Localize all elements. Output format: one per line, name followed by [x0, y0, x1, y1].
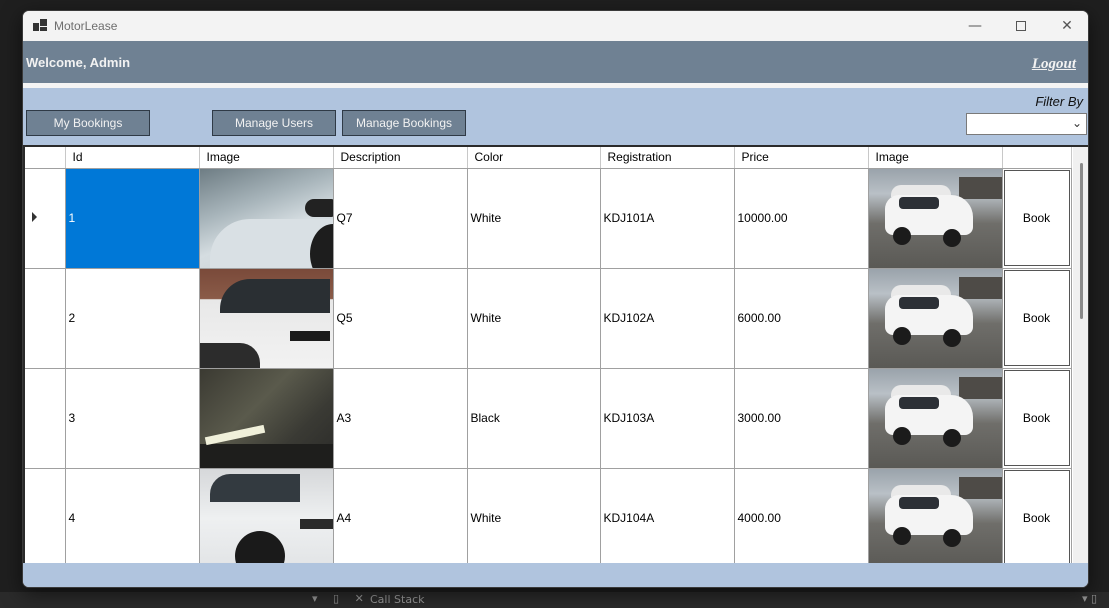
cell-description[interactable]: Q7 [333, 168, 468, 269]
cell-price[interactable]: 4000.00 [734, 468, 869, 563]
car-photo [199, 168, 332, 267]
row-header[interactable] [25, 268, 66, 369]
cell-image[interactable] [199, 368, 334, 469]
background-ide-icons: ▾ ▯ ✕ [312, 592, 370, 605]
scrollbar-thumb[interactable] [1080, 163, 1083, 319]
close-icon: ✕ [1061, 18, 1073, 34]
book-button[interactable]: Book [1003, 170, 1070, 266]
welcome-text: Welcome, Admin [26, 55, 131, 70]
cell-image-2[interactable] [868, 468, 1003, 563]
background-ide-strip: ▾ ▯ ✕ Call Stack ▾ ▯ [0, 592, 1109, 608]
table-row[interactable]: 3 A3 Black KDJ103A 3000.00 Book [25, 368, 1072, 469]
logout-link[interactable]: Logout [1032, 56, 1076, 73]
row-header-corner [25, 147, 66, 169]
table-row[interactable]: 1 Q7 White KDJ101A 10000.00 Book [25, 168, 1072, 269]
column-header-description[interactable]: Description [333, 147, 468, 169]
row-header[interactable] [25, 168, 66, 269]
title-bar: MotorLease — ✕ [23, 11, 1088, 41]
cars-table: Id Image Description Color Registration … [25, 147, 1072, 563]
cell-image-2[interactable] [868, 168, 1003, 269]
table-row[interactable]: 4 A4 White KDJ104A 4000.00 Book [25, 468, 1072, 563]
cell-color[interactable]: White [467, 168, 601, 269]
cell-price[interactable]: 10000.00 [734, 168, 869, 269]
filter-dropdown[interactable]: ⌄ [966, 113, 1087, 135]
close-button[interactable]: ✕ [1044, 11, 1088, 41]
cell-color[interactable]: White [467, 268, 601, 369]
cell-id[interactable]: 1 [65, 168, 200, 269]
cell-price[interactable]: 3000.00 [734, 368, 869, 469]
current-row-arrow-icon [32, 212, 37, 222]
cell-color[interactable]: Black [467, 368, 601, 469]
window-title: MotorLease [54, 19, 118, 33]
cell-action: Book [1002, 268, 1072, 369]
header-row: Id Image Description Color Registration … [25, 147, 1072, 169]
car-photo [199, 268, 332, 367]
car-photo [868, 268, 1001, 367]
app-icon [33, 19, 47, 31]
maximize-button[interactable] [998, 11, 1044, 41]
row-header[interactable] [25, 468, 66, 563]
cell-registration[interactable]: KDJ101A [600, 168, 735, 269]
column-header-action[interactable] [1002, 147, 1072, 169]
app-window: MotorLease — ✕ Welcome, Admin Logout My … [22, 10, 1089, 588]
cell-action: Book [1002, 168, 1072, 269]
cell-image[interactable] [199, 168, 334, 269]
column-header-registration[interactable]: Registration [600, 147, 735, 169]
car-photo [868, 368, 1001, 467]
manage-bookings-button[interactable]: Manage Bookings [342, 110, 466, 136]
manage-users-button[interactable]: Manage Users [212, 110, 336, 136]
table-row[interactable]: 2 Q5 White KDJ102A 6000.00 Book [25, 268, 1072, 369]
cell-image[interactable] [199, 468, 334, 563]
background-ide-text: Call Stack [370, 593, 425, 606]
column-header-image[interactable]: Image [199, 147, 334, 169]
car-photo [199, 468, 332, 563]
toolbar: My Bookings Manage Users Manage Bookings… [23, 88, 1088, 145]
row-header[interactable] [25, 368, 66, 469]
book-button[interactable]: Book [1003, 370, 1070, 466]
column-header-color[interactable]: Color [467, 147, 601, 169]
chevron-down-icon: ⌄ [1071, 116, 1082, 130]
book-button[interactable]: Book [1003, 270, 1070, 366]
cell-description[interactable]: A3 [333, 368, 468, 469]
filter-label: Filter By [1035, 94, 1083, 109]
my-bookings-button[interactable]: My Bookings [26, 110, 150, 136]
cell-color[interactable]: White [467, 468, 601, 563]
column-header-price[interactable]: Price [734, 147, 869, 169]
car-photo [868, 468, 1001, 563]
cell-registration[interactable]: KDJ104A [600, 468, 735, 563]
header-bar: Welcome, Admin Logout [23, 41, 1088, 83]
cell-image-2[interactable] [868, 268, 1003, 369]
cell-description[interactable]: Q5 [333, 268, 468, 369]
column-header-image-2[interactable]: Image [868, 147, 1003, 169]
minimize-button[interactable]: — [952, 11, 998, 41]
cell-registration[interactable]: KDJ103A [600, 368, 735, 469]
cell-id[interactable]: 4 [65, 468, 200, 563]
cell-image-2[interactable] [868, 368, 1003, 469]
cell-id[interactable]: 3 [65, 368, 200, 469]
cell-action: Book [1002, 468, 1072, 563]
book-button[interactable]: Book [1003, 470, 1070, 563]
vertical-scrollbar[interactable] [1073, 147, 1088, 563]
cell-description[interactable]: A4 [333, 468, 468, 563]
maximize-icon [1016, 21, 1026, 31]
cell-image[interactable] [199, 268, 334, 369]
cell-price[interactable]: 6000.00 [734, 268, 869, 369]
cell-registration[interactable]: KDJ102A [600, 268, 735, 369]
footer-bar [23, 563, 1088, 587]
background-ide-icon-right: ▾ ▯ [1082, 592, 1098, 605]
car-photo [199, 368, 332, 467]
cell-id[interactable]: 2 [65, 268, 200, 369]
minimize-icon: — [968, 18, 982, 34]
car-photo [868, 168, 1001, 267]
column-header-id[interactable]: Id [65, 147, 200, 169]
cars-grid: Id Image Description Color Registration … [23, 145, 1088, 563]
cell-action: Book [1002, 368, 1072, 469]
